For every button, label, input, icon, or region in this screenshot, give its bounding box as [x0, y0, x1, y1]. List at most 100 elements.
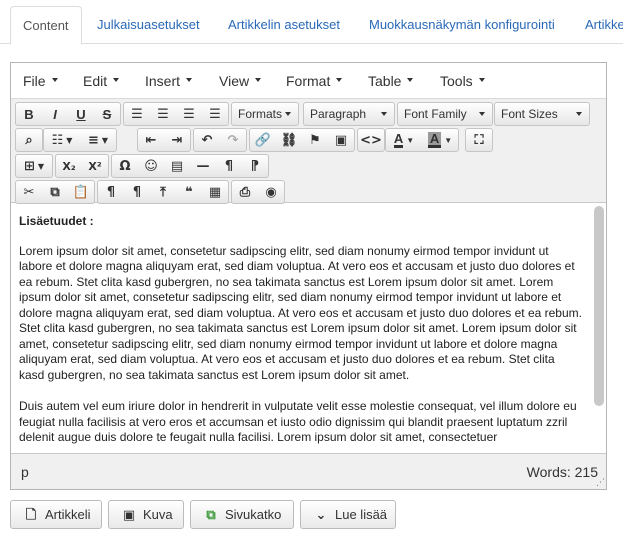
content-heading: Lisäetuudet : [19, 214, 94, 228]
copy-pages-icon: ⧉ [206, 508, 216, 523]
link-group: 🔗 ⛓ ⚑ ▣ [249, 128, 355, 152]
background-color-button[interactable]: A ▼ [422, 129, 458, 151]
formats-dropdown[interactable]: Formats [231, 102, 299, 126]
editor-scrollbar[interactable] [594, 206, 604, 406]
unlink-icon[interactable]: ⛓ [276, 129, 302, 151]
menu-view-label: View [219, 73, 250, 89]
cut-icon[interactable]: ✂ [16, 181, 42, 203]
image-icon[interactable]: ▣ [328, 129, 354, 151]
pagebreak-icon[interactable]: ⤒ [150, 181, 176, 203]
rtl-icon[interactable]: ¶ [242, 155, 268, 177]
anchor-icon[interactable]: ⚑ [302, 129, 328, 151]
numbered-list-icon: ≡ [87, 132, 99, 148]
italic-button[interactable]: I [42, 103, 68, 125]
chevron-down-icon [479, 112, 485, 116]
ltr-icon[interactable]: ¶ [216, 155, 242, 177]
add-article-button[interactable]: 🗋 Artikkeli [10, 500, 102, 529]
paragraph-label: Paragraph [310, 107, 367, 121]
menu-view[interactable]: View [207, 63, 262, 99]
file-add-icon: 🗋 [25, 508, 37, 523]
font-sizes-dropdown[interactable]: Font Sizes [494, 102, 590, 126]
tab-article-more[interactable]: Artikke [573, 6, 623, 44]
blockquote-icon[interactable]: ❝ [176, 181, 202, 203]
picture-icon: ▣ [122, 508, 136, 523]
menu-file[interactable]: File [11, 63, 58, 99]
editor-statusbar: p Words: 215 ⋰ [11, 453, 606, 489]
font-family-dropdown[interactable]: Font Family [397, 102, 493, 126]
print-icon[interactable]: ⎙ [232, 181, 258, 203]
add-image-button[interactable]: ▣ Kuva [108, 500, 184, 529]
tab-article-settings[interactable]: Artikkelin asetukset [216, 6, 352, 44]
justify-button[interactable]: ☰ [202, 103, 228, 125]
chevron-down-icon [113, 78, 120, 83]
table-icon: ⊞ [23, 158, 35, 174]
history-group: ↶ ↷ [193, 128, 247, 152]
add-image-label: Kuva [143, 507, 173, 522]
menu-tools[interactable]: Tools [428, 63, 485, 99]
menu-edit[interactable]: Edit [71, 63, 120, 99]
tab-publishing[interactable]: Julkaisuasetukset [85, 6, 212, 44]
emoticons-icon[interactable]: ☺ [138, 155, 164, 177]
numbered-list-button[interactable]: ≡ ▼ [80, 129, 116, 151]
superscript-icon[interactable]: X² [82, 155, 108, 177]
visual-blocks-icon[interactable]: ▦ [202, 181, 228, 203]
chevron-down-icon [336, 78, 343, 83]
chevron-down-icon [576, 112, 582, 116]
chevron-down-icon [51, 78, 58, 83]
align-left-button[interactable]: ☰ [124, 103, 150, 125]
chevron-down-icon [381, 112, 387, 116]
chevron-down-icon [478, 78, 485, 83]
tab-content[interactable]: Content [10, 6, 82, 45]
align-center-button[interactable]: ☰ [150, 103, 176, 125]
find-replace-icon[interactable]: ⌕ [16, 129, 42, 151]
align-right-button[interactable]: ☰ [176, 103, 202, 125]
tab-edit-view-config[interactable]: Muokkausnäkymän konfigurointi [357, 6, 567, 44]
menu-insert[interactable]: Insert [133, 63, 193, 99]
link-icon[interactable]: 🔗 [250, 129, 276, 151]
bullet-list-button[interactable]: ☷ ▼ [44, 129, 80, 151]
strikethrough-button[interactable]: S [94, 103, 120, 125]
table-button[interactable]: ⊞ ▼ [16, 155, 52, 177]
charmap-icon[interactable]: Ω [112, 155, 138, 177]
visual-chars-icon[interactable]: ¶ [98, 181, 124, 203]
content-paragraph-2: Duis autem vel eum iriure dolor in hendr… [19, 399, 577, 444]
bold-button[interactable]: B [16, 103, 42, 125]
editor-toolbar: B I U S ☰ ☰ ☰ ☰ Formats Paragraph Font F… [11, 99, 606, 204]
menu-format[interactable]: Format [274, 63, 343, 99]
outdent-icon[interactable]: ⇤ [138, 129, 164, 151]
chevron-down-icon: ▼ [37, 161, 45, 171]
paragraph-dropdown[interactable]: Paragraph [303, 102, 395, 126]
page-break-button[interactable]: ⧉ Sivukatko [190, 500, 294, 529]
redo-icon[interactable]: ↷ [220, 129, 246, 151]
read-more-label: Lue lisää [335, 507, 388, 522]
copy-icon[interactable]: ⧉ [42, 181, 68, 203]
chevron-down-icon: ▼ [101, 135, 109, 145]
subscript-icon[interactable]: X₂ [56, 155, 82, 177]
search-group: ⌕ [15, 128, 43, 152]
alignment-group: ☰ ☰ ☰ ☰ [123, 102, 229, 126]
menu-table[interactable]: Table [356, 63, 414, 99]
tab-bar: Content Julkaisuasetukset Artikkelin ase… [0, 0, 623, 45]
preview-icon[interactable]: ◉ [258, 181, 284, 203]
resize-handle-icon[interactable]: ⋰ [596, 478, 605, 488]
undo-icon[interactable]: ↶ [194, 129, 220, 151]
paste-icon[interactable]: 📋 [68, 181, 94, 203]
indent-icon[interactable]: ⇥ [164, 129, 190, 151]
menu-table-label: Table [368, 73, 402, 89]
chevron-down-icon [285, 112, 291, 116]
page-break-label: Sivukatko [225, 507, 282, 522]
read-more-button[interactable]: ⌄ Lue lisää [300, 500, 396, 529]
horizontal-rule-icon[interactable]: — [190, 155, 216, 177]
fullscreen-group: ⛶ [465, 128, 493, 152]
editor-content-area[interactable]: Lisäetuudet : Lorem ipsum dolor sit amet… [11, 204, 591, 452]
element-path[interactable]: p [21, 464, 29, 480]
script-group: X₂ X² [55, 154, 109, 178]
code-group: <> [357, 128, 385, 152]
underline-button[interactable]: U [68, 103, 94, 125]
fullscreen-icon[interactable]: ⛶ [466, 129, 492, 151]
code-icon[interactable]: <> [358, 129, 384, 151]
media-icon[interactable]: ▤ [164, 155, 190, 177]
chevron-down-icon [255, 78, 262, 83]
text-color-button[interactable]: A ▼ [386, 129, 422, 151]
nonbreaking-icon[interactable]: ¶ [124, 181, 150, 203]
